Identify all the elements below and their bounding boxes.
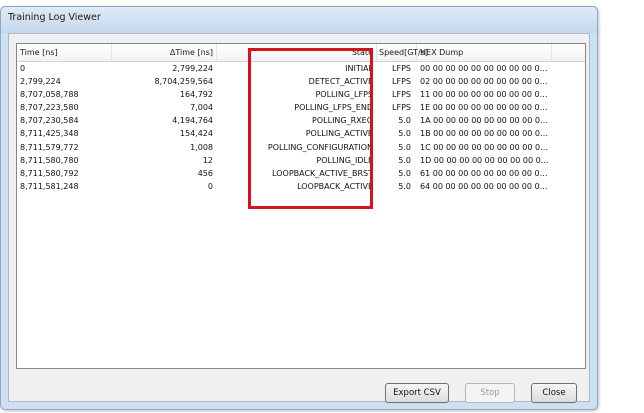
cell-speed: 5.0 (398, 155, 411, 165)
cell-time: 8,711,580,780 (20, 155, 79, 165)
table-row[interactable]: 8,711,581,248 0 LOOPBACK_ACTIVE 5.0 64 00 00… (17, 180, 585, 193)
close-button[interactable]: Close (531, 383, 577, 403)
cell-time: 8,711,581,248 (20, 181, 79, 191)
column-header-speed[interactable]: Speed[GT/s] (377, 44, 428, 61)
cell-hex-dump: 02 00 00 00 00 00 00 00 00 00 00 00 00 0… (420, 77, 552, 87)
window-title: Training Log Viewer (8, 12, 101, 23)
cell-hex-dump: 64 00 00 00 00 00 00 00 00 00 00 00 00 0… (420, 181, 552, 191)
cell-time: 8,707,223,580 (20, 103, 79, 113)
cell-state: POLLING_RXEQ (312, 116, 373, 126)
cell-speed: LFPS (392, 64, 411, 73)
cell-hex-dump: 1D 00 00 00 00 00 00 00 00 00 00 00 00 0… (420, 155, 552, 165)
cell-state: POLLING_LFPS_END (294, 103, 373, 113)
cell-speed: 5.0 (398, 129, 411, 139)
cell-time: 8,707,230,584 (20, 116, 79, 126)
cell-delta-time: 4,194,764 (172, 116, 213, 126)
table-row[interactable]: 8,711,579,772 1,008 POLLING_CONFIGURATION 5… (17, 141, 585, 154)
cell-delta-time: 0 (207, 181, 213, 191)
cell-delta-time: 1,008 (190, 142, 213, 152)
table-row[interactable]: 0 2,799,224 INITIAL LFPS 00 00 00 00 00 00 0… (17, 62, 585, 75)
cell-state: DETECT_ACTIVE (308, 77, 373, 87)
cell-state: POLLING_ACTIVE (305, 129, 373, 139)
table-row[interactable]: 8,711,580,792 456 LOOPBACK_ACTIVE_BRST 5.0 6… (17, 167, 585, 180)
cell-speed: 5.0 (398, 116, 411, 126)
cell-delta-time: 7,004 (190, 103, 213, 113)
cell-time: 8,711,425,348 (20, 129, 79, 139)
table-row[interactable]: 8,707,223,580 7,004 POLLING_LFPS_END LFPS 1E… (17, 101, 585, 114)
cell-state: POLLING_CONFIGURATION (267, 142, 373, 152)
cell-speed: LFPS (392, 77, 411, 87)
cell-speed: 5.0 (398, 181, 411, 191)
cell-speed: 5.0 (398, 142, 411, 152)
cell-hex-dump: 11 00 00 00 00 00 00 00 00 00 00 00 00 0… (420, 90, 552, 100)
table-row[interactable]: 8,711,580,780 12 POLLING_IDLE 5.0 1D 00 00 0… (17, 154, 585, 167)
cell-state: LOOPBACK_ACTIVE (297, 181, 373, 191)
cell-hex-dump: 61 00 00 00 00 00 00 00 00 00 00 00 00 0… (420, 168, 552, 178)
cell-speed: LFPS (392, 103, 411, 113)
cell-state: INITIAL (345, 64, 373, 73)
title-bar[interactable]: Training Log Viewer (1, 7, 597, 33)
cell-hex-dump: 1C 00 00 00 00 00 00 00 00 00 00 00 00 0… (420, 142, 552, 152)
stop-button[interactable]: Stop (465, 383, 515, 403)
window-client-area: Time [ns] ΔTime [ns] State Speed[GT/s] H… (8, 33, 590, 403)
cell-delta-time: 164,792 (179, 90, 213, 100)
column-header-time[interactable]: Time [ns] (17, 44, 112, 61)
cell-state: LOOPBACK_ACTIVE_BRST (272, 168, 373, 178)
cell-time: 2,799,224 (20, 77, 61, 87)
cell-delta-time: 12 (202, 155, 213, 165)
column-header-state[interactable]: State (217, 44, 377, 61)
cell-time: 8,711,579,772 (20, 142, 79, 152)
cell-delta-time: 154,424 (179, 129, 213, 139)
cell-delta-time: 8,704,259,564 (154, 77, 213, 87)
cell-state: POLLING_LFPS (315, 90, 373, 100)
table-body: 0 2,799,224 INITIAL LFPS 00 00 00 00 00 00 0… (17, 62, 585, 193)
table-header: Time [ns] ΔTime [ns] State Speed[GT/s] H… (17, 44, 585, 62)
cell-time: 8,707,058,788 (20, 90, 79, 100)
export-csv-button[interactable]: Export CSV (385, 383, 449, 403)
table-row[interactable]: 2,799,224 8,704,259,564 DETECT_ACTIVE LFPS 0… (17, 75, 585, 88)
cell-time: 8,711,580,792 (20, 168, 79, 178)
training-log-table: Time [ns] ΔTime [ns] State Speed[GT/s] H… (16, 43, 586, 369)
table-row[interactable]: 8,711,425,348 154,424 POLLING_ACTIVE 5.0 1B … (17, 127, 585, 140)
cell-speed: 5.0 (398, 168, 411, 178)
cell-hex-dump: 1A 00 00 00 00 00 00 00 00 00 00 00 00 0… (420, 116, 552, 126)
cell-hex-dump: 1E 00 00 00 00 00 00 00 00 00 00 00 00 0… (420, 103, 552, 113)
cell-hex-dump: 1B 00 00 00 00 00 00 00 00 00 00 00 00 0… (420, 129, 552, 139)
cell-time: 0 (20, 64, 26, 73)
cell-delta-time: 2,799,224 (172, 64, 213, 73)
cell-delta-time: 456 (197, 168, 213, 178)
column-header-delta-time[interactable]: ΔTime [ns] (112, 44, 217, 61)
cell-state: POLLING_IDLE (316, 155, 373, 165)
table-row[interactable]: 8,707,230,584 4,194,764 POLLING_RXEQ 5.0 1A … (17, 114, 585, 127)
training-log-window: Training Log Viewer Time [ns] ΔTime [ns]… (0, 6, 598, 410)
table-row[interactable]: 8,707,058,788 164,792 POLLING_LFPS LFPS 11 0… (17, 88, 585, 101)
column-header-hex-dump[interactable]: HEX Dump (417, 44, 552, 61)
cell-hex-dump: 00 00 00 00 00 00 00 00 00 00 00 00 00 0… (420, 64, 552, 73)
cell-speed: LFPS (392, 90, 411, 100)
